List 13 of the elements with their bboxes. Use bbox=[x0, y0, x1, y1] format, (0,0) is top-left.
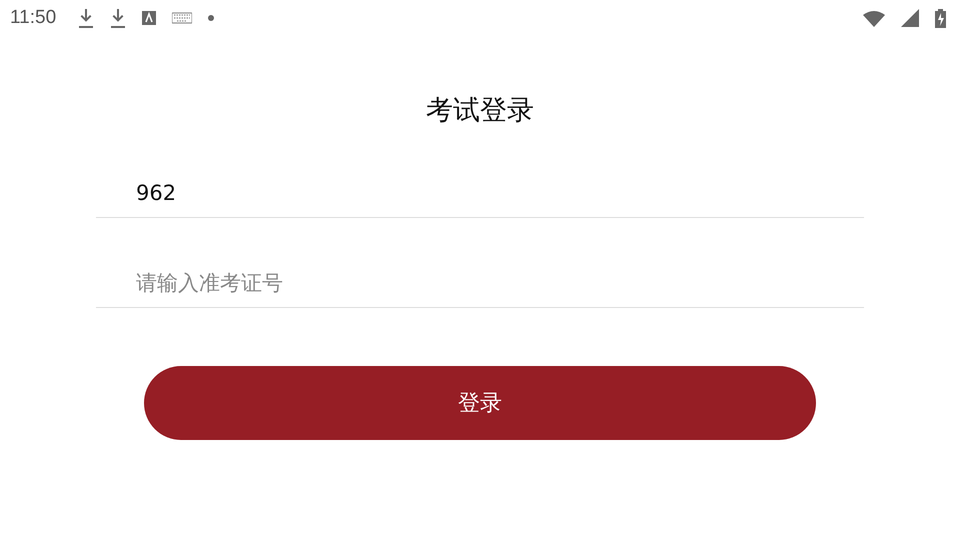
wifi-icon bbox=[863, 10, 885, 26]
download-icon bbox=[110, 7, 126, 29]
input-field[interactable]: 请输入准考证号 bbox=[96, 244, 864, 308]
notification-dot-icon bbox=[208, 15, 214, 21]
keyboard-icon bbox=[172, 12, 192, 24]
page-title: 考试登录 bbox=[426, 94, 534, 128]
keyboard-language-icon bbox=[142, 11, 156, 25]
input-field[interactable]: 962 bbox=[96, 154, 864, 218]
download-icon bbox=[78, 7, 94, 29]
battery-charging-icon bbox=[935, 8, 946, 28]
signal-icon bbox=[901, 9, 919, 27]
status-time: 11:50 bbox=[10, 7, 56, 29]
login-button[interactable]: 登录 bbox=[144, 366, 816, 440]
